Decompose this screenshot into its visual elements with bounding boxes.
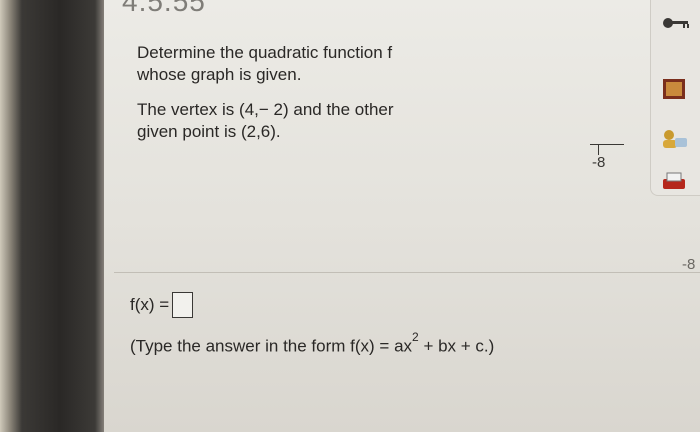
graph-tick-label-right: -8 bbox=[682, 256, 696, 273]
book-icon[interactable] bbox=[659, 78, 689, 100]
print-icon[interactable] bbox=[659, 170, 689, 192]
key-icon[interactable] bbox=[661, 12, 691, 34]
answer-row: f(x) = bbox=[130, 292, 194, 318]
question-line-4: given point is (2,6). bbox=[137, 122, 281, 141]
answer-label: f(x) = bbox=[130, 295, 170, 314]
section-divider bbox=[114, 272, 700, 273]
section-number: 4.5.55 bbox=[122, 0, 206, 17]
instruction-prefix: (Type the answer in the form f(x) = ax bbox=[130, 336, 413, 356]
instruction-suffix: + bx + c.) bbox=[418, 336, 495, 356]
question-line-1: Determine the quadratic function f bbox=[137, 43, 393, 62]
side-toolbar bbox=[650, 0, 700, 196]
question-line-2: whose graph is given. bbox=[137, 65, 302, 84]
question-line-3: The vertex is (4,− 2) and the other bbox=[137, 100, 394, 119]
question-part-2: The vertex is (4,− 2) and the other give… bbox=[137, 99, 394, 143]
instruction-exponent: 2 bbox=[412, 330, 419, 344]
answer-input-box[interactable] bbox=[172, 292, 194, 318]
person-icon[interactable] bbox=[659, 128, 689, 150]
question-part-1: Determine the quadratic function f whose… bbox=[137, 42, 392, 86]
answer-instruction: (Type the answer in the form f(x) = ax2 … bbox=[130, 330, 495, 357]
graph-tick-label: -8 bbox=[592, 154, 606, 171]
